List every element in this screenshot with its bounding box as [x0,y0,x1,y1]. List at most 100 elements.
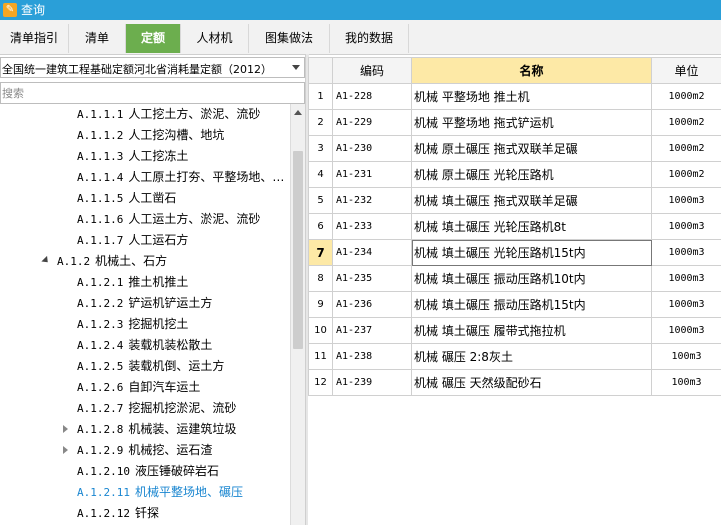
tab-quota[interactable]: 定额 [126,24,181,53]
chevron-down-icon[interactable] [292,65,300,70]
tab-bill[interactable]: 清单 [69,24,126,53]
cell-unit[interactable]: 1000m3 [651,213,721,240]
tree-item[interactable]: A.1.2.12 钎探 [77,503,159,524]
tree-item[interactable]: A.1.2.6 自卸汽车运土 [77,377,200,398]
search-box [0,82,305,104]
table-row[interactable]: 3 A1-230 机械 原土碾压 拖式双联羊足碾 1000m2 [308,135,721,162]
row-number: 12 [308,369,333,396]
cell-unit[interactable]: 1000m2 [651,135,721,162]
tree-item[interactable]: A.1.1.4 人工原土打夯、平整场地、… [77,167,284,188]
cell-code[interactable]: A1-238 [332,343,412,370]
search-input[interactable] [1,85,292,101]
tree-item-code: A.1.2.5 [77,360,124,373]
tree-item[interactable]: A.1.2.2 铲运机铲运土方 [77,293,212,314]
cell-code[interactable]: A1-228 [332,83,412,110]
row-number: 3 [308,135,333,162]
table-row[interactable]: 11 A1-238 机械 碾压 2:8灰土 100m3 [308,343,721,370]
cell-code[interactable]: A1-235 [332,265,412,292]
title-bar: ✎ 查询 [0,0,721,20]
cell-name[interactable]: 机械 填土碾压 振动压路机15t内 [411,291,652,318]
scrollbar-thumb[interactable] [293,151,303,349]
tree-item[interactable]: A.1.2.10 液压锤破碎岩石 [77,461,219,482]
cell-unit[interactable]: 1000m3 [651,265,721,292]
tree-item[interactable]: A.1.1.2 人工挖沟槽、地坑 [77,125,224,146]
tree-item-label: 机械平整场地、碾压 [134,485,243,499]
tab-labor-material-machine[interactable]: 人材机 [181,24,249,53]
table-row[interactable]: 1 A1-228 机械 平整场地 推土机 1000m2 [308,83,721,110]
tree-scrollbar[interactable] [290,104,305,525]
cell-name[interactable]: 机械 填土碾压 光轮压路机15t内 [411,239,652,266]
cell-unit[interactable]: 1000m3 [651,317,721,344]
tree-item[interactable]: A.1.2.8 机械装、运建筑垃圾 [63,419,236,440]
quota-library-select[interactable]: 全国统一建筑工程基础定额河北省消耗量定额（2012） [0,57,305,78]
table-row[interactable]: 8 A1-235 机械 填土碾压 振动压路机10t内 1000m3 [308,265,721,292]
cell-name[interactable]: 机械 填土碾压 振动压路机10t内 [411,265,652,292]
tree-item-code: A.1.2.8 [77,423,124,436]
tree-item[interactable]: A.1.1.1 人工挖土方、淤泥、流砂 [77,104,260,125]
row-number: 1 [308,83,333,110]
collapsed-caret-icon[interactable] [63,425,68,433]
expanded-caret-icon[interactable] [41,255,51,266]
cell-unit[interactable]: 1000m2 [651,161,721,188]
cell-name[interactable]: 机械 原土碾压 光轮压路机 [411,161,652,188]
tree-item[interactable]: A.1.2.1 推土机推土 [77,272,188,293]
cell-code[interactable]: A1-232 [332,187,412,214]
tab-my-data[interactable]: 我的数据 [330,24,409,53]
table-row[interactable]: 2 A1-229 机械 平整场地 拖式铲运机 1000m2 [308,109,721,136]
cell-unit[interactable]: 100m3 [651,343,721,370]
cell-unit[interactable]: 1000m2 [651,109,721,136]
tree-item-selected[interactable]: A.1.2.11 机械平整场地、碾压 [77,482,243,503]
cell-name[interactable]: 机械 原土碾压 拖式双联羊足碾 [411,135,652,162]
scroll-up-arrow-icon[interactable] [294,110,302,115]
tab-atlas-method[interactable]: 图集做法 [249,24,330,53]
column-header-code[interactable]: 编码 [332,57,412,84]
cell-unit[interactable]: 100m3 [651,369,721,396]
cell-unit[interactable]: 1000m2 [651,83,721,110]
table-row[interactable]: 10 A1-237 机械 填土碾压 履带式拖拉机 1000m3 [308,317,721,344]
table-row[interactable]: 5 A1-232 机械 填土碾压 拖式双联羊足碾 1000m3 [308,187,721,214]
column-header-unit[interactable]: 单位 [651,57,721,84]
cell-name[interactable]: 机械 碾压 天然级配砂石 [411,369,652,396]
cell-name[interactable]: 机械 碾压 2:8灰土 [411,343,652,370]
tree-item[interactable]: A.1.2.5 装载机倒、运土方 [77,356,224,377]
table-row[interactable]: 9 A1-236 机械 填土碾压 振动压路机15t内 1000m3 [308,291,721,318]
cell-code[interactable]: A1-231 [332,161,412,188]
tree-item-label: 机械挖、运石渣 [128,443,213,457]
tab-bill-guide[interactable]: 清单指引 [0,24,69,53]
tree-item[interactable]: A.1.2.9 机械挖、运石渣 [63,440,213,461]
cell-unit[interactable]: 1000m3 [651,187,721,214]
cell-name[interactable]: 机械 填土碾压 履带式拖拉机 [411,317,652,344]
column-header-name[interactable]: 名称 [411,57,652,84]
table-row-current[interactable]: 7 A1-234 机械 填土碾压 光轮压路机15t内 1000m3 [308,239,721,266]
tree-item-code: A.1.2 [57,255,91,268]
cell-unit[interactable]: 1000m3 [651,239,721,266]
tree-item[interactable]: A.1.1.3 人工挖冻土 [77,146,188,167]
cell-code[interactable]: A1-229 [332,109,412,136]
cell-code[interactable]: A1-237 [332,317,412,344]
tree-item[interactable]: A.1.2.4 装载机装松散土 [77,335,212,356]
row-number: 10 [308,317,333,344]
table-row[interactable]: 4 A1-231 机械 原土碾压 光轮压路机 1000m2 [308,161,721,188]
collapsed-caret-icon[interactable] [63,446,68,454]
cell-code[interactable]: A1-230 [332,135,412,162]
cell-code[interactable]: A1-233 [332,213,412,240]
tree-item-code: A.1.1.3 [77,150,124,163]
tree-item[interactable]: A.1.2.7 挖掘机挖淤泥、流砂 [77,398,236,419]
tree-item-code: A.1.2.3 [77,318,124,331]
cell-code[interactable]: A1-236 [332,291,412,318]
tree-item[interactable]: A.1.1.7 人工运石方 [77,230,188,251]
cell-code[interactable]: A1-239 [332,369,412,396]
cell-name[interactable]: 机械 平整场地 拖式铲运机 [411,109,652,136]
table-row[interactable]: 12 A1-239 机械 碾压 天然级配砂石 100m3 [308,369,721,396]
cell-unit[interactable]: 1000m3 [651,291,721,318]
tree-item[interactable]: A.1.1.5 人工凿石 [77,188,176,209]
cell-name[interactable]: 机械 填土碾压 拖式双联羊足碾 [411,187,652,214]
tree-item[interactable]: A.1.2.3 挖掘机挖土 [77,314,188,335]
cell-code[interactable]: A1-234 [332,239,412,266]
table-row[interactable]: 6 A1-233 机械 填土碾压 光轮压路机8t 1000m3 [308,213,721,240]
cell-name[interactable]: 机械 填土碾压 光轮压路机8t [411,213,652,240]
cell-name[interactable]: 机械 平整场地 推土机 [411,83,652,110]
tree-group[interactable]: A.1.2 机械土、石方 [41,251,167,272]
tree-item-code: A.1.2.7 [77,402,124,415]
tree-item[interactable]: A.1.1.6 人工运土方、淤泥、流砂 [77,209,260,230]
